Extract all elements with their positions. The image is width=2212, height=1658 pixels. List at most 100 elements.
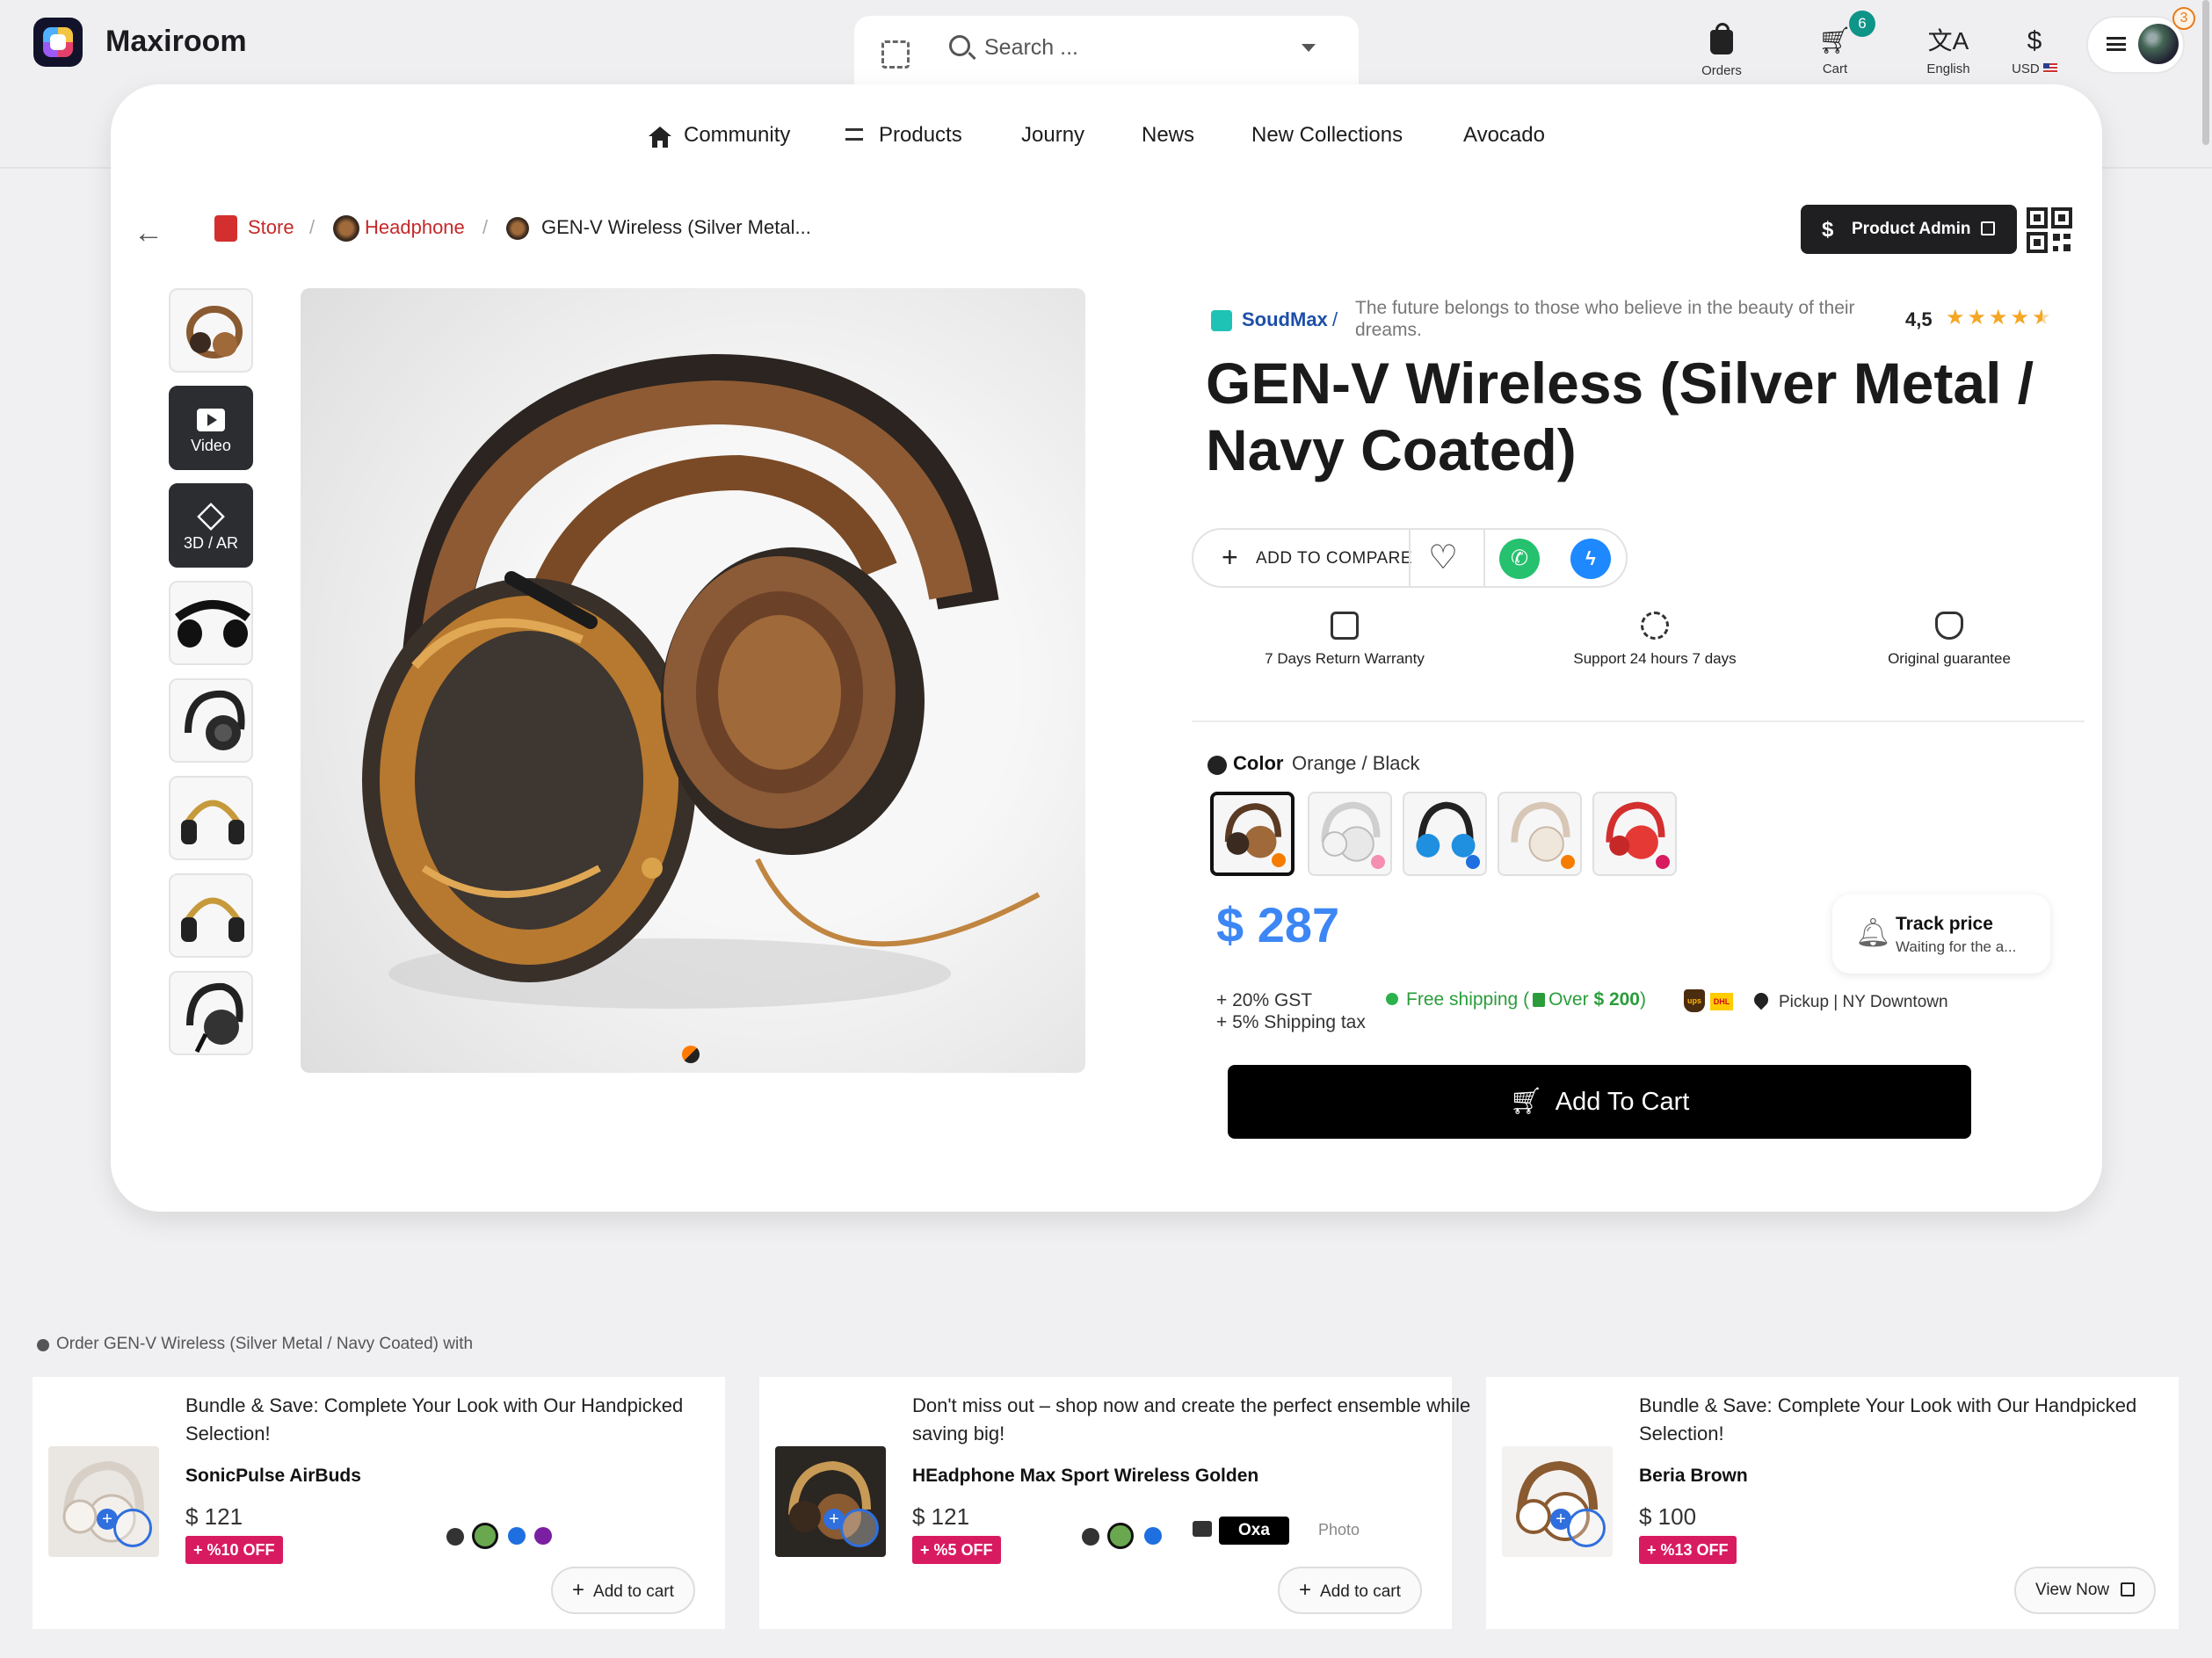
currency-label: USD bbox=[1995, 62, 2074, 76]
back-arrow-icon[interactable]: ← bbox=[134, 216, 163, 250]
notification-badge[interactable]: 3 bbox=[2172, 7, 2195, 30]
return-warranty-icon bbox=[1331, 612, 1359, 640]
color-label: Color bbox=[1233, 752, 1284, 774]
cube-icon bbox=[197, 503, 225, 531]
shop-tagline: The future belongs to those who believe … bbox=[1355, 298, 1855, 340]
gallery-thumbnail[interactable] bbox=[169, 581, 253, 665]
orders-label: Orders bbox=[1701, 63, 1742, 78]
bundle-description: Bundle & Save: Complete Your Look with O… bbox=[1639, 1394, 2137, 1444]
cart-icon: 🛒︎ bbox=[1509, 1087, 1543, 1116]
shop-name[interactable]: SoudMax bbox=[1242, 308, 1328, 331]
bundle-product-name[interactable]: SonicPulse AirBuds bbox=[185, 1466, 361, 1487]
rating-value: 4,5 bbox=[1905, 308, 1933, 330]
plus-icon[interactable]: + bbox=[97, 1509, 118, 1530]
color-swatch-white-pink[interactable] bbox=[1308, 792, 1392, 876]
color-option-green[interactable] bbox=[1107, 1523, 1134, 1549]
video-thumbnail[interactable]: Video bbox=[169, 386, 253, 470]
pickup-location[interactable]: Pickup | NY Downtown bbox=[1779, 993, 1948, 1012]
external-link-icon bbox=[1980, 221, 1995, 235]
menu-icon[interactable] bbox=[2107, 37, 2126, 51]
ups-icon: ups bbox=[1684, 989, 1705, 1012]
dollar-icon: $ bbox=[2027, 26, 2042, 55]
color-swatch-orange-black[interactable] bbox=[1210, 792, 1295, 876]
language-button[interactable]: 文A English bbox=[1909, 25, 1988, 76]
bundle-view-now-button[interactable]: View Now bbox=[2014, 1567, 2157, 1614]
heart-icon[interactable]: ♡ bbox=[1428, 538, 1458, 577]
bullet-icon bbox=[37, 1339, 49, 1351]
app-logo-icon[interactable] bbox=[33, 18, 83, 67]
nav-new-collections[interactable]: New Collections bbox=[1251, 123, 1403, 148]
plus-icon[interactable]: + bbox=[823, 1509, 845, 1530]
search-input[interactable]: Search ... bbox=[984, 35, 1078, 61]
ar-thumbnail[interactable]: 3D / AR bbox=[169, 483, 253, 568]
product-main-image[interactable] bbox=[301, 288, 1085, 1073]
nav-news[interactable]: News bbox=[1142, 123, 1194, 148]
plus-icon: + bbox=[1222, 541, 1238, 573]
bundle-product-name[interactable]: HEadphone Max Sport Wireless Golden bbox=[912, 1466, 1258, 1487]
bundle-add-icon[interactable] bbox=[1567, 1509, 1606, 1547]
palette-icon bbox=[1208, 756, 1227, 775]
bundle-add-icon[interactable] bbox=[840, 1509, 879, 1547]
discount-badge: + %5 OFF bbox=[912, 1536, 1001, 1564]
whatsapp-icon[interactable]: ✆ bbox=[1499, 539, 1540, 579]
image-pager-dot[interactable] bbox=[682, 1046, 700, 1063]
color-option-green[interactable] bbox=[472, 1523, 498, 1549]
messenger-icon[interactable]: ϟ bbox=[1570, 539, 1611, 579]
color-option-purple[interactable] bbox=[534, 1527, 552, 1545]
qr-code-icon[interactable] bbox=[2027, 207, 2072, 253]
color-option-blue[interactable] bbox=[508, 1527, 526, 1545]
feature-original: Original guarantee bbox=[1817, 612, 2081, 668]
gallery-thumbnail[interactable] bbox=[169, 971, 253, 1055]
photo-label[interactable]: Photo bbox=[1318, 1521, 1360, 1539]
bundle-description: Bundle & Save: Complete Your Look with O… bbox=[185, 1394, 684, 1444]
gallery-thumbnail[interactable] bbox=[169, 678, 253, 763]
nav-products[interactable]: Products bbox=[879, 123, 962, 148]
bundle-description: Don't miss out – shop now and create the… bbox=[912, 1394, 1471, 1444]
gallery-thumbnail[interactable] bbox=[169, 873, 253, 958]
color-swatch-red[interactable] bbox=[1592, 792, 1677, 876]
support-24h-icon bbox=[1641, 612, 1669, 640]
bundle-add-to-cart-button[interactable]: + Add to cart bbox=[551, 1567, 695, 1614]
free-shipping-info: Free shipping (Over $ 200) bbox=[1406, 989, 1646, 1010]
gallery-thumbnail[interactable] bbox=[169, 288, 253, 373]
bundle-product-name[interactable]: Beria Brown bbox=[1639, 1466, 1748, 1487]
orders-button[interactable]: Orders bbox=[1682, 23, 1761, 78]
color-swatch-cream-orange[interactable] bbox=[1498, 792, 1582, 876]
bell-icon: 🔔︎ bbox=[1855, 916, 1891, 948]
currency-button[interactable]: $ USD bbox=[1995, 25, 2074, 76]
brand-tag[interactable]: Oxa bbox=[1219, 1517, 1289, 1545]
track-price-status: Waiting for the a... bbox=[1896, 938, 2017, 955]
page-scrollbar[interactable] bbox=[2202, 0, 2209, 145]
plus-icon[interactable]: + bbox=[1550, 1509, 1571, 1530]
gallery-thumbnail[interactable] bbox=[169, 776, 253, 860]
breadcrumb-category[interactable]: Headphone bbox=[365, 216, 465, 239]
search-bar[interactable] bbox=[854, 16, 1359, 90]
chevron-down-icon[interactable] bbox=[1302, 44, 1316, 52]
search-icon bbox=[949, 35, 970, 56]
bundle-add-icon[interactable] bbox=[113, 1509, 152, 1547]
avatar[interactable] bbox=[2138, 24, 2179, 64]
product-icon bbox=[506, 217, 529, 240]
feature-return-warranty: 7 Days Return Warranty bbox=[1213, 612, 1476, 668]
bag-icon bbox=[1533, 993, 1546, 1007]
breadcrumb-store[interactable]: Store bbox=[248, 216, 294, 239]
track-price-title: Track price bbox=[1896, 914, 1993, 934]
headphone-category-icon bbox=[333, 215, 359, 242]
rating-stars[interactable]: ★★★★★★ bbox=[1946, 305, 2054, 330]
brand-name[interactable]: Maxiroom bbox=[105, 25, 247, 59]
divider bbox=[1409, 529, 1411, 587]
add-to-compare-button[interactable]: ADD TO COMPARE bbox=[1256, 549, 1412, 568]
cart-label: Cart bbox=[1822, 62, 1848, 76]
color-value: Orange / Black bbox=[1292, 752, 1420, 774]
nav-journy[interactable]: Journy bbox=[1021, 123, 1084, 148]
product-price: $ 287 bbox=[1216, 897, 1340, 952]
nav-avocado[interactable]: Avocado bbox=[1463, 123, 1545, 148]
bundle-add-to-cart-button[interactable]: + Add to cart bbox=[1278, 1567, 1422, 1614]
color-swatch-blue[interactable] bbox=[1403, 792, 1487, 876]
color-option-blue[interactable] bbox=[1144, 1527, 1162, 1545]
add-to-cart-button[interactable]: 🛒︎ Add To Cart bbox=[1228, 1065, 1971, 1139]
gst-text: + 20% GST bbox=[1216, 990, 1313, 1010]
shipping-tax-text: + 5% Shipping tax bbox=[1216, 1012, 1366, 1032]
qr-scan-icon[interactable] bbox=[881, 40, 910, 69]
nav-community[interactable]: Community bbox=[684, 123, 790, 148]
